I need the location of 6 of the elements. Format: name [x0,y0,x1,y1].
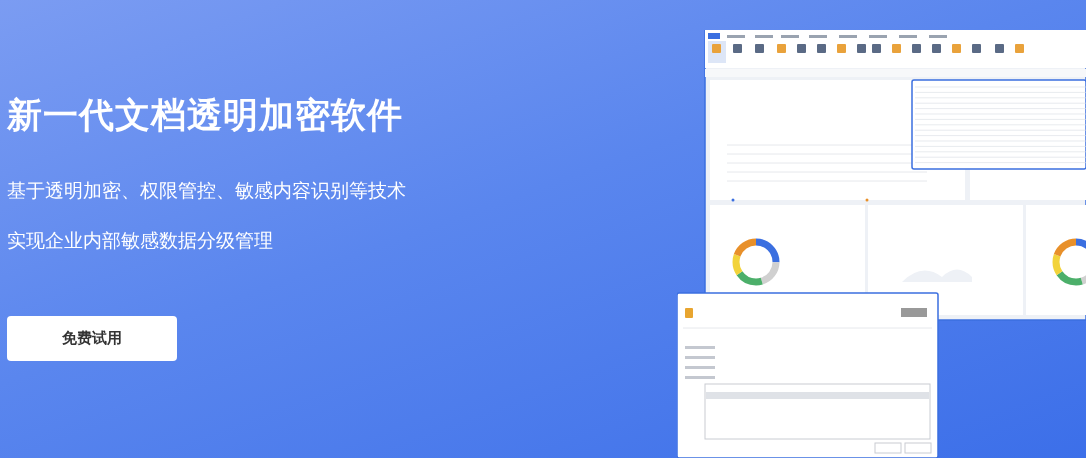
subtitle: 实现企业内部敏感数据分级管理 [7,228,274,252]
donut-chart-drawing [732,238,780,286]
headline: 新一代文档透明加密软件 [7,94,404,137]
subtitle: 基于透明加密、权限管控、敏感内容识别等技术 [7,178,406,202]
free-trial-button[interactable]: 免费试用 [7,316,177,361]
donut-chart-drawing [1052,238,1086,286]
